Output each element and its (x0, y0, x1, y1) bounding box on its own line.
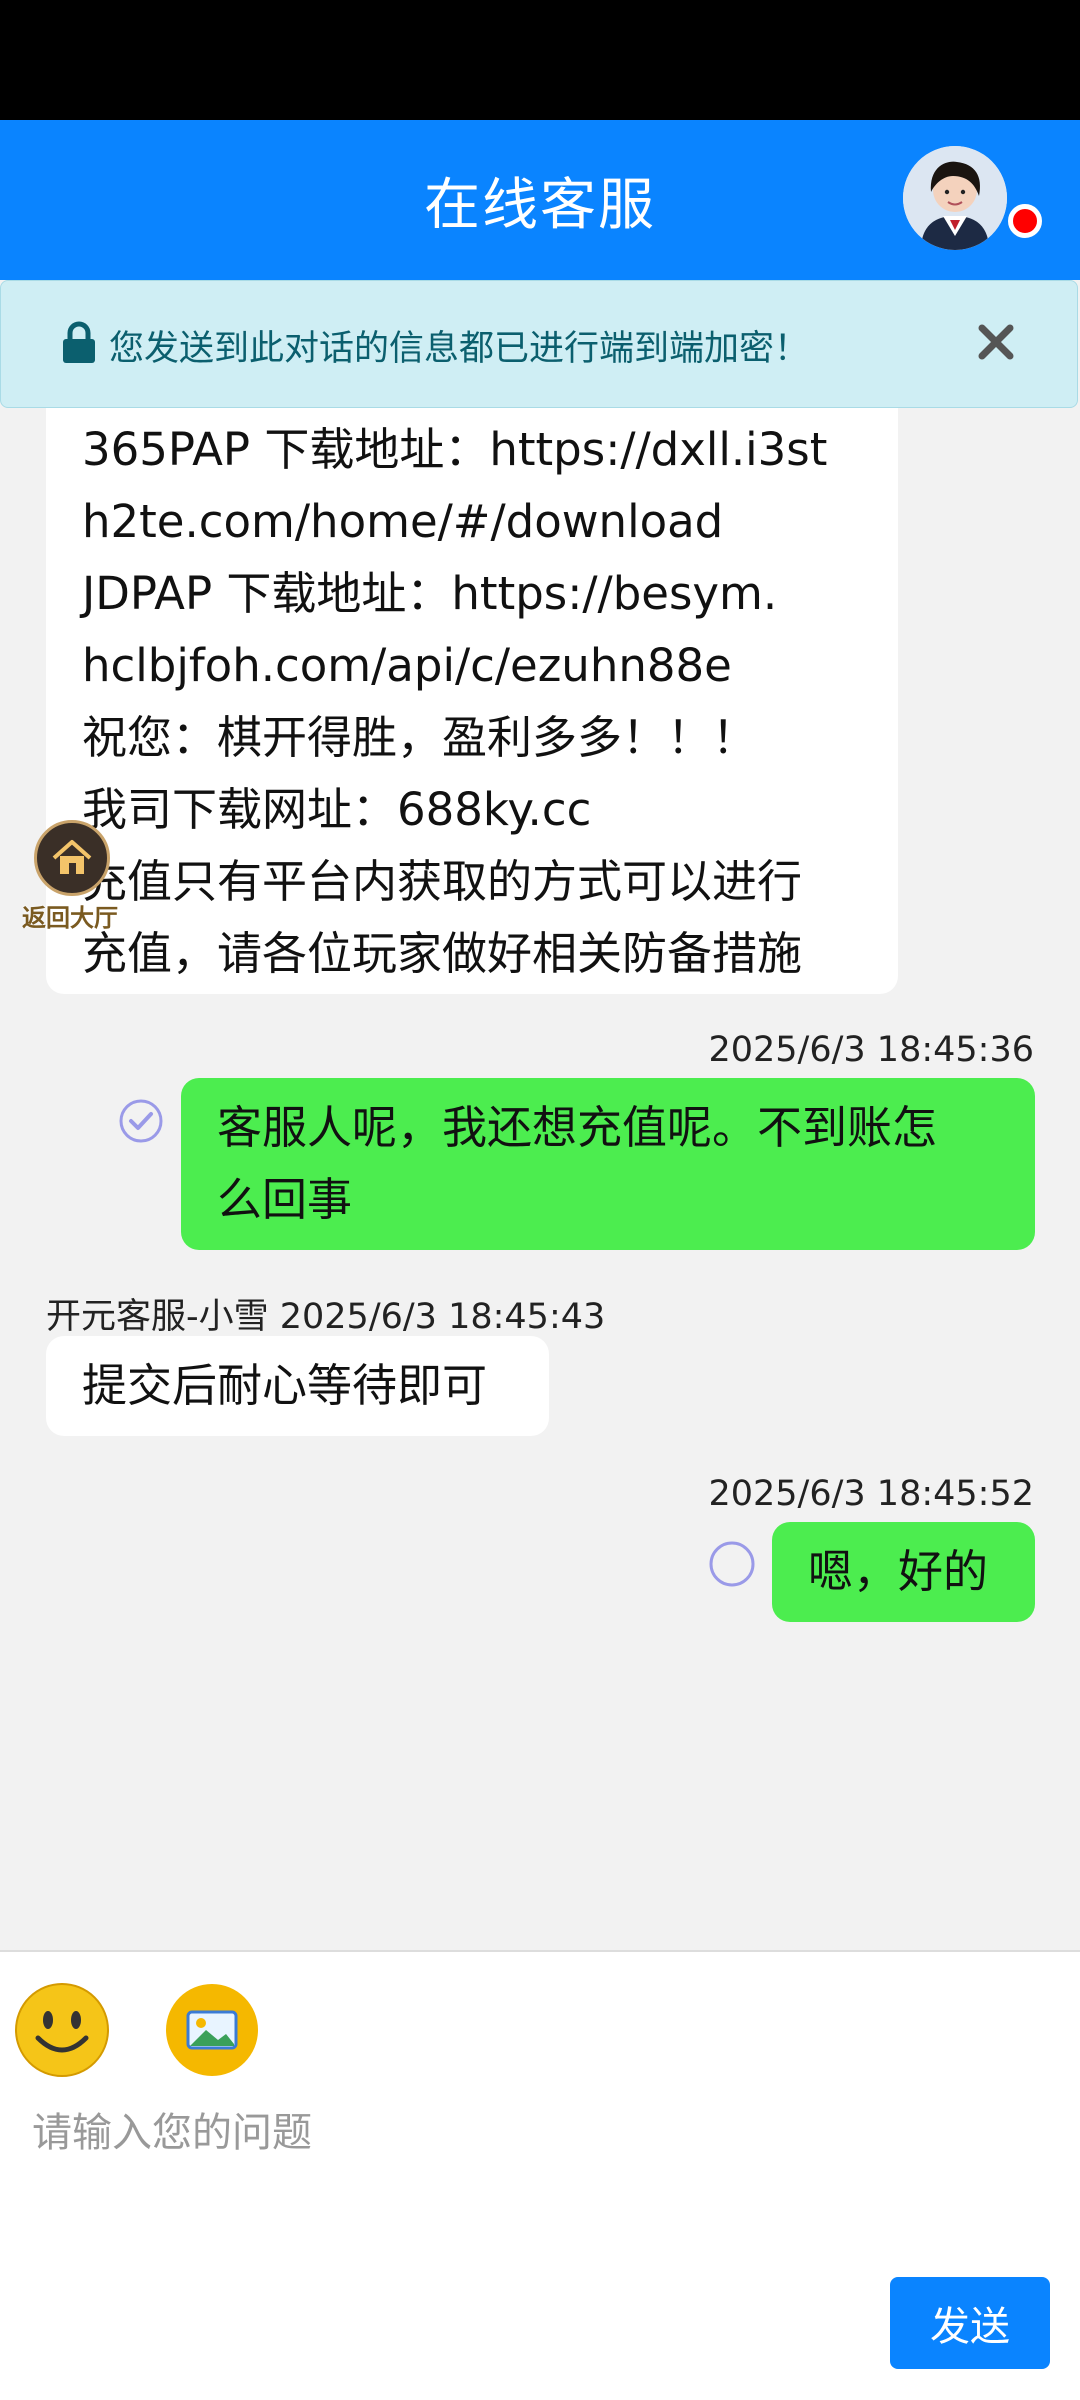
close-icon[interactable] (971, 317, 1021, 367)
read-check-icon (119, 1099, 163, 1143)
message-line: 365PAP 下载地址：https://dxll.i3st (82, 423, 828, 476)
message-line: h2te.com/home/#/download (82, 495, 724, 548)
message-line: 我司下载网址：688ky.cc (82, 783, 592, 836)
incoming-message-bubble: 365PAP 下载地址：https://dxll.i3st h2te.com/h… (46, 408, 898, 994)
message-timestamp: 2025/6/3 18:45:52 (708, 1474, 1034, 1514)
pending-status-icon (709, 1541, 755, 1587)
incoming-message-bubble: 提交后耐心等待即可 (46, 1336, 549, 1436)
sender-meta: 开元客服-小雪 2025/6/3 18:45:43 (46, 1297, 606, 1337)
agent-avatar[interactable] (903, 146, 1007, 250)
encryption-notice: 您发送到此对话的信息都已进行端到端加密！ (0, 280, 1078, 408)
outgoing-message-bubble: 嗯，好的 (772, 1522, 1035, 1622)
chat-message-list[interactable]: 365PAP 下载地址：https://dxll.i3st h2te.com/h… (0, 408, 1080, 1948)
message-line: 祝您：棋开得胜，盈利多多！！！ (82, 711, 758, 764)
message-input[interactable] (30, 2102, 1034, 2164)
message-line: hclbjfoh.com/api/c/ezuhn88e (82, 639, 732, 692)
lock-icon (63, 321, 95, 363)
image-upload-icon[interactable] (164, 1982, 260, 2078)
message-line: 嗯，好的 (808, 1545, 989, 1598)
message-line: 么回事 (217, 1173, 353, 1226)
home-icon (52, 840, 92, 874)
message-line: 客服人呢，我还想充值呢。不到账怎 (217, 1101, 938, 1154)
message-composer: 发送 (0, 1950, 1080, 2400)
online-status-dot (1008, 204, 1042, 238)
return-lobby-label: 返回大厅 (22, 904, 118, 932)
message-line: JDPAP 下载地址：https://besym. (82, 567, 778, 620)
smiley-emoji-icon[interactable] (14, 1982, 110, 2078)
message-line: 充值，请各位玩家做好相关防备措施 (82, 927, 803, 980)
encryption-notice-text: 您发送到此对话的信息都已进行端到端加密！ (109, 328, 810, 369)
message-timestamp: 2025/6/3 18:45:36 (708, 1030, 1034, 1070)
status-bar (0, 0, 1080, 120)
message-line: 提交后耐心等待即可 (82, 1359, 488, 1412)
return-lobby-button[interactable] (34, 820, 110, 896)
outgoing-message-bubble: 客服人呢，我还想充值呢。不到账怎 么回事 (181, 1078, 1035, 1250)
header-bar: 在线客服 (0, 120, 1080, 280)
message-line: 充值只有平台内获取的方式可以进行 (82, 855, 803, 908)
send-button[interactable]: 发送 (890, 2277, 1050, 2369)
